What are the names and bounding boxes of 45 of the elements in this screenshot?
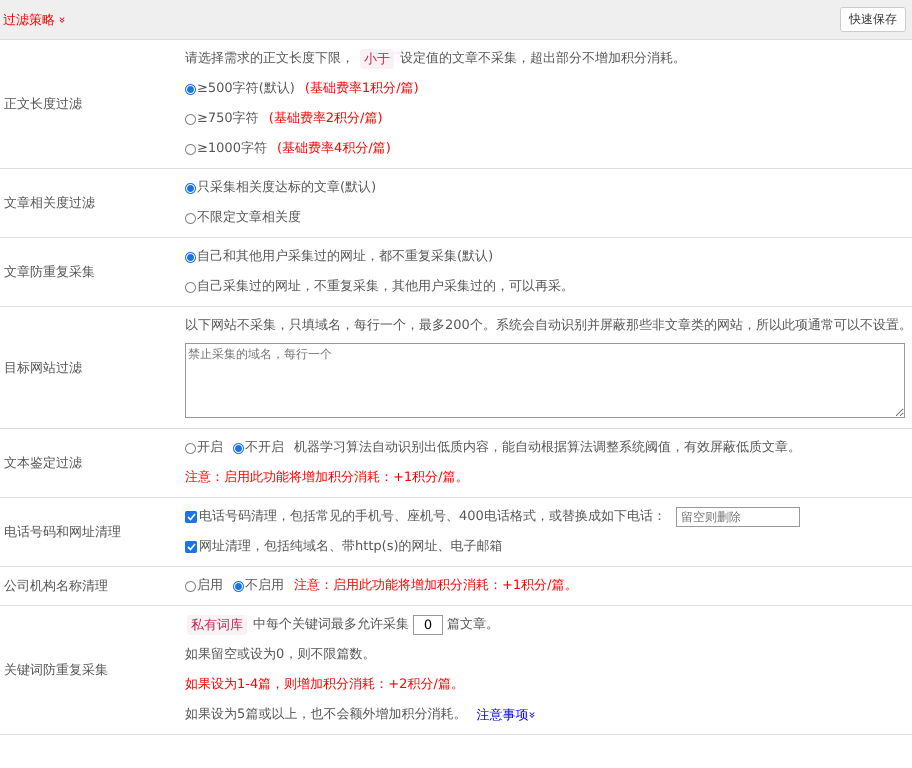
setting-label: 关键词防重复采集: [4, 662, 108, 679]
setting-label: 目标网站过滤: [4, 360, 82, 376]
description-text: 如果设为5篇或以上，也不会额外增加积分消耗。: [185, 706, 466, 724]
radio-option[interactable]: ≥1000字符: [185, 134, 267, 164]
radio-option[interactable]: 开启: [185, 433, 223, 463]
setting-label: 正文长度过滤: [4, 96, 82, 113]
radio-option[interactable]: 不启用: [233, 571, 284, 601]
radio-option[interactable]: ≥500字符(默认): [185, 74, 295, 104]
radio-option[interactable]: 只采集相关度达标的文章(默认): [185, 173, 376, 203]
warning-text: 注意：启用此功能将增加积分消耗：+1积分/篇。: [294, 577, 578, 595]
description-text: 设定值的文章不采集，超出部分不增加积分消耗。: [400, 50, 686, 68]
check-icon: [186, 513, 196, 521]
checkbox-option[interactable]: 网址清理，包括纯域名、带http(s)的网址、电子邮箱: [185, 532, 503, 562]
highlight-tag: 小于: [360, 49, 394, 69]
radio-option[interactable]: 自己和其他用户采集过的网址，都不重复采集(默认): [185, 242, 494, 272]
notes-link[interactable]: 注意事项 »: [476, 706, 537, 724]
warning-text: (基础费率4积分/篇): [276, 140, 391, 158]
checkbox-option[interactable]: 电话号码清理，包括常见的手机号、座机号、400电话格式，或替换成如下电话：: [185, 502, 666, 532]
section-title: 过滤策略: [3, 12, 55, 28]
radio-option[interactable]: ≥750字符: [185, 104, 259, 134]
domain-textarea[interactable]: 禁止采集的域名，每行一个: [185, 343, 905, 418]
description-text: 如果留空或设为0，则不限篇数。: [185, 646, 376, 664]
radio-option[interactable]: 不开启: [233, 433, 284, 463]
description-text: 中每个关键词最多允许采集: [253, 616, 409, 634]
number-input[interactable]: 0: [413, 615, 443, 635]
save-button[interactable]: 快速保存: [840, 7, 906, 32]
warning-text: (基础费率1积分/篇): [304, 80, 419, 98]
warning-text: (基础费率2积分/篇): [268, 110, 383, 128]
description-text: 篇文章。: [447, 616, 499, 634]
setting-label: 电话号码和网址清理: [4, 524, 121, 541]
setting-label: 文章相关度过滤: [4, 195, 95, 212]
radio-option[interactable]: 不限定文章相关度: [185, 203, 301, 233]
setting-label: 文章防重复采集: [4, 264, 95, 281]
warning-text: 如果设为1-4篇，则增加积分消耗：+2积分/篇。: [185, 676, 464, 694]
warning-text: 注意：启用此功能将增加积分消耗：+1积分/篇。: [185, 469, 469, 487]
phone-input[interactable]: 留空则删除: [676, 507, 800, 527]
highlight-tag: 私有词库: [187, 615, 247, 635]
setting-label: 文本鉴定过滤: [4, 455, 82, 472]
description-text: 请选择需求的正文长度下限，: [185, 50, 354, 68]
check-icon: [186, 543, 196, 551]
radio-option[interactable]: 启用: [185, 571, 223, 601]
radio-option[interactable]: 自己采集过的网址，不重复采集，其他用户采集过的，可以再采。: [185, 272, 574, 302]
description-text: 机器学习算法自动识别出低质内容，能自动根据算法调整系统阈值，有效屏蔽低质文章。: [294, 439, 801, 457]
description-text: 以下网站不采集，只填域名，每行一个，最多200个。系统会自动识别并屏蔽那些非文章类的网站，所以此项通常可以不设置。: [185, 317, 912, 335]
setting-label: 公司机构名称清理: [4, 578, 108, 595]
